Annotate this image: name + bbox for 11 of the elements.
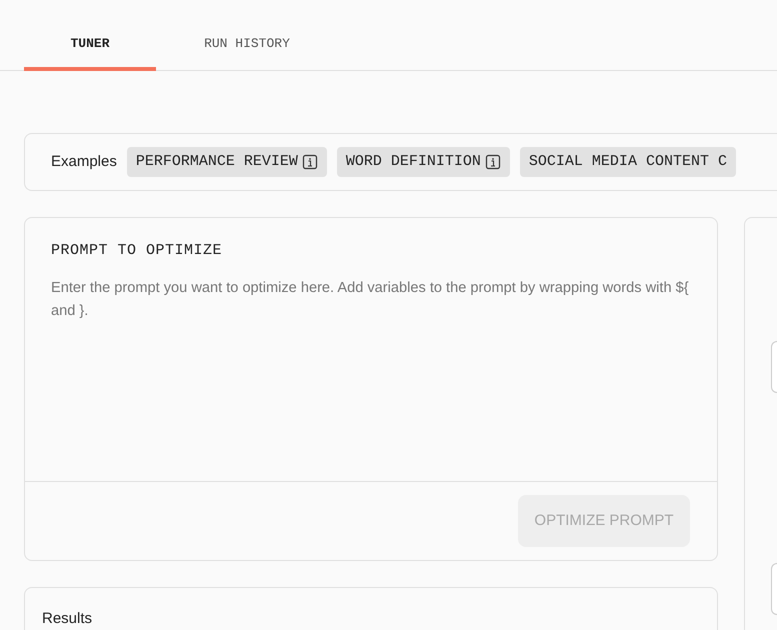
input-field[interactable] [771, 563, 777, 615]
tab[interactable]: TUNER [24, 30, 156, 71]
examples-label: Examples [51, 152, 117, 172]
prompt-input-field[interactable]: Enter the prompt you want to optimize here. Add variables to the prompt by wrapping words with ${ and }. [51, 276, 691, 446]
prompt-title: PROMPT TO OPTIMIZE [51, 241, 224, 261]
tab[interactable]: RUN HISTORY [156, 30, 338, 71]
example-chip[interactable]: SOCIAL MEDIA CONTENT C [520, 147, 736, 177]
input-field[interactable] [771, 341, 777, 393]
results-title: Results [42, 609, 94, 629]
example-chip[interactable]: WORD DEFINITION [336, 147, 510, 177]
example-chip[interactable]: PERFORMANCE REVIEW [126, 147, 327, 177]
